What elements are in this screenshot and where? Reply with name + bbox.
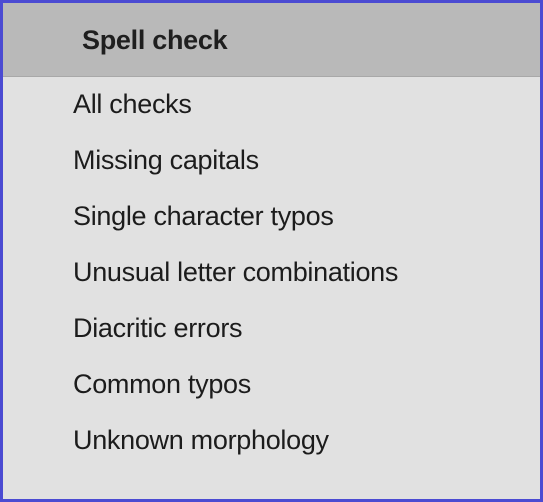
- menu-header-label: Spell check: [82, 25, 228, 55]
- menu-item-label: Single character typos: [73, 201, 334, 231]
- menu-header: Spell check: [3, 3, 540, 77]
- spell-check-menu: Spell check All checks Missing capitals …: [0, 0, 543, 502]
- menu-item-label: Unknown morphology: [73, 425, 329, 455]
- menu-item-unusual-letter-combinations[interactable]: Unusual letter combinations: [3, 245, 540, 301]
- menu-item-label: All checks: [73, 89, 192, 119]
- menu-item-single-character-typos[interactable]: Single character typos: [3, 189, 540, 245]
- menu-item-label: Missing capitals: [73, 145, 259, 175]
- menu-item-missing-capitals[interactable]: Missing capitals: [3, 133, 540, 189]
- menu-item-common-typos[interactable]: Common typos: [3, 357, 540, 413]
- menu-item-label: Common typos: [73, 369, 251, 399]
- menu-item-label: Diacritic errors: [73, 313, 243, 343]
- menu-item-diacritic-errors[interactable]: Diacritic errors: [3, 301, 540, 357]
- menu-item-all-checks[interactable]: All checks: [3, 77, 540, 133]
- menu-item-label: Unusual letter combinations: [73, 257, 399, 287]
- menu-item-unknown-morphology[interactable]: Unknown morphology: [3, 413, 540, 469]
